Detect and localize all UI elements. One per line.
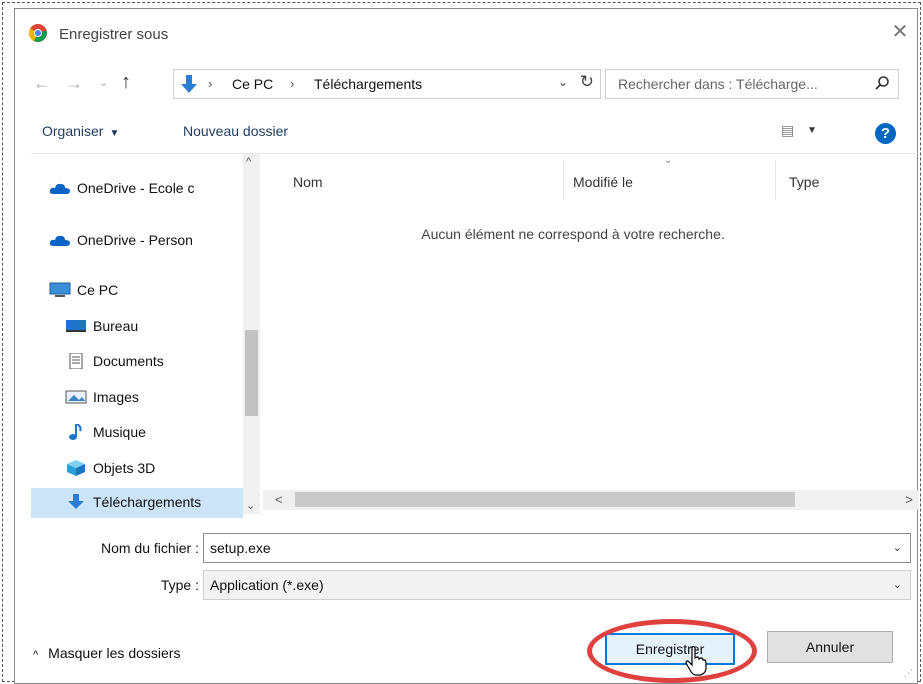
resize-grip-icon[interactable]: ⋰ — [904, 668, 913, 679]
empty-results-message: Aucun élément ne correspond à votre rech… — [421, 226, 725, 242]
scroll-right-icon[interactable]: > — [905, 492, 913, 507]
sort-chevron-icon: ⌄ — [664, 155, 673, 166]
sidebar-item-onedrive-ecole[interactable]: OneDrive - Ecole c — [49, 174, 243, 204]
sidebar-item-images[interactable]: Images — [65, 383, 243, 413]
file-type-value: Application (*.exe) — [210, 577, 324, 593]
search-icon[interactable] — [874, 75, 890, 91]
document-icon — [69, 353, 83, 369]
highlight-annotation — [587, 619, 757, 683]
music-note-icon — [69, 424, 82, 440]
filename-field[interactable]: setup.exe ⌄ — [203, 533, 911, 563]
chrome-icon — [29, 24, 47, 42]
scroll-down-icon[interactable]: ⌄ — [246, 499, 255, 512]
command-bar: Organiser ▼ Nouveau dossier ▤ ▼ ? — [15, 115, 917, 151]
computer-icon — [49, 282, 71, 297]
browser-area: OneDrive - Ecole c OneDrive - Person Ce … — [31, 153, 919, 518]
download-arrow-icon — [181, 75, 197, 93]
sidebar-item-telechargements[interactable]: Téléchargements — [31, 488, 243, 518]
sidebar-item-ce-pc[interactable]: Ce PC — [49, 276, 243, 306]
breadcrumb-ce-pc[interactable]: Ce PC — [232, 76, 273, 92]
back-arrow-icon[interactable]: ← — [33, 73, 51, 94]
sidebar-item-label: Objets 3D — [93, 460, 156, 476]
chevron-down-icon[interactable]: ⌄ — [893, 541, 902, 554]
filename-value: setup.exe — [210, 540, 271, 556]
scroll-up-icon[interactable]: ^ — [246, 156, 251, 168]
close-icon[interactable]: ✕ — [889, 21, 911, 43]
cube-icon — [67, 460, 85, 476]
sidebar-item-onedrive-personnel[interactable]: OneDrive - Person — [49, 226, 243, 256]
file-list: Nom ⌄ Modifié le Type Aucun élément ne c… — [263, 154, 919, 514]
column-divider[interactable] — [563, 160, 564, 200]
breadcrumb-separator[interactable]: › — [290, 76, 294, 91]
sidebar-item-label: Musique — [93, 424, 146, 440]
sidebar-item-label: Documents — [93, 353, 164, 369]
organise-menu-button[interactable]: Organiser ▼ — [42, 123, 119, 139]
column-divider[interactable] — [775, 160, 776, 200]
sidebar-item-musique[interactable]: Musique — [65, 418, 243, 448]
sidebar-item-label: Bureau — [93, 318, 139, 334]
search-input[interactable]: Rechercher dans : Télécharge... — [605, 69, 899, 99]
chevron-up-icon: ^ — [33, 649, 39, 661]
sidebar-item-objets-3d[interactable]: Objets 3D — [65, 454, 243, 484]
hide-folders-label: Masquer les dossiers — [48, 645, 181, 661]
view-dropdown-arrow-icon[interactable]: ▼ — [807, 125, 817, 136]
breadcrumb-separator: › — [208, 76, 213, 91]
scrollbar-thumb[interactable] — [295, 492, 795, 507]
chevron-down-icon[interactable]: ⌄ — [893, 578, 902, 591]
up-arrow-icon[interactable]: ↑ — [121, 71, 131, 94]
navigation-pane: OneDrive - Ecole c OneDrive - Person Ce … — [31, 154, 260, 518]
navigation-bar: ← → ⌄ ↑ › Ce PC › Téléchargements ⌄ ↻ Re… — [15, 67, 917, 103]
dropdown-arrow-icon: ▼ — [109, 128, 120, 139]
type-label: Type : — [160, 577, 199, 593]
sidebar-item-label: Téléchargements — [93, 494, 202, 510]
sidebar-scrollbar[interactable]: ^ ⌄ — [243, 154, 260, 514]
sidebar-item-documents[interactable]: Documents — [65, 347, 243, 377]
column-header-modified[interactable]: Modifié le — [573, 174, 633, 190]
recent-locations-icon[interactable]: ⌄ — [99, 76, 108, 89]
breadcrumb-telechargements[interactable]: Téléchargements — [314, 76, 422, 92]
hand-cursor-icon — [685, 646, 707, 676]
sidebar-item-label: OneDrive - Ecole c — [77, 180, 195, 196]
horizontal-scrollbar[interactable]: < > — [263, 490, 919, 510]
help-icon[interactable]: ? — [875, 123, 896, 144]
refresh-icon[interactable]: ↻ — [580, 72, 594, 92]
sidebar-item-label: Images — [93, 389, 139, 405]
dialog-title: Enregistrer sous — [59, 26, 169, 43]
column-header-name[interactable]: Nom — [293, 174, 323, 190]
address-bar[interactable]: › Ce PC › Téléchargements ⌄ ↻ — [173, 69, 601, 99]
organise-label: Organiser — [42, 123, 104, 139]
new-folder-button[interactable]: Nouveau dossier — [183, 123, 288, 139]
view-options-icon[interactable]: ▤ — [781, 122, 794, 139]
filename-label: Nom du fichier : — [100, 540, 199, 556]
scrollbar-thumb[interactable] — [245, 330, 258, 416]
download-arrow-icon — [68, 494, 84, 509]
image-icon — [65, 390, 87, 404]
save-as-dialog: Enregistrer sous ✕ ← → ⌄ ↑ › Ce PC › Tél… — [14, 8, 919, 684]
desktop-icon — [66, 320, 86, 332]
title-bar: Enregistrer sous ✕ — [15, 9, 917, 59]
search-placeholder: Rechercher dans : Télécharge... — [618, 76, 818, 92]
cancel-button[interactable]: Annuler — [767, 631, 893, 663]
file-type-select[interactable]: Application (*.exe) ⌄ — [203, 570, 911, 600]
sidebar-item-bureau[interactable]: Bureau — [65, 312, 243, 342]
sidebar-item-label: OneDrive - Person — [77, 232, 193, 248]
chevron-down-icon[interactable]: ⌄ — [558, 75, 568, 89]
forward-arrow-icon[interactable]: → — [65, 73, 83, 94]
cloud-icon — [49, 235, 70, 246]
scroll-left-icon[interactable]: < — [275, 492, 283, 507]
column-header-type[interactable]: Type — [789, 174, 819, 190]
cloud-icon — [49, 183, 70, 194]
sidebar-item-label: Ce PC — [77, 282, 119, 298]
hide-folders-toggle[interactable]: ^ Masquer les dossiers — [33, 645, 180, 661]
